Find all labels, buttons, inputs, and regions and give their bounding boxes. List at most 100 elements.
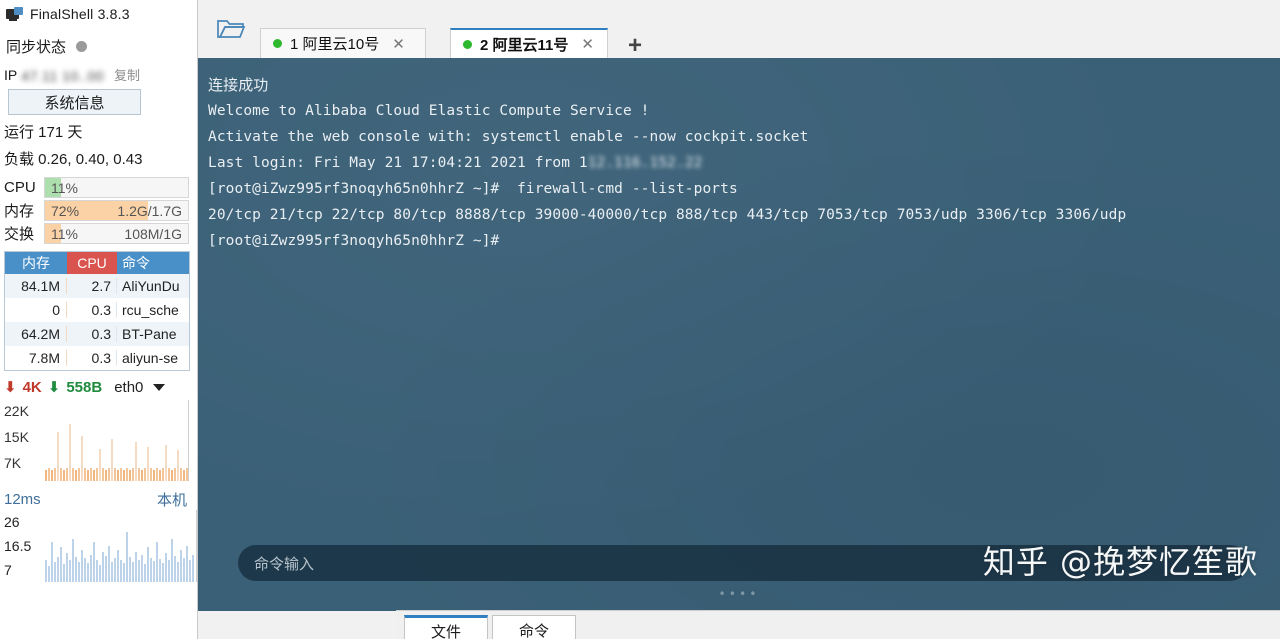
- terminal-output[interactable]: 连接成功 Welcome to Alibaba Cloud Elastic Co…: [198, 58, 1280, 611]
- tab-aliyun-11[interactable]: 2 阿里云11号 ✕: [450, 28, 608, 58]
- tab-label: 1 阿里云10号: [290, 36, 380, 53]
- column-header-command: 命令: [117, 252, 189, 274]
- tab-files[interactable]: 文件: [404, 615, 488, 639]
- meter-memory-label: 内存: [4, 203, 35, 220]
- meter-cpu-track: 11%: [44, 177, 189, 198]
- table-row[interactable]: 0 0.3 rcu_sche: [5, 298, 189, 322]
- uptime-label: 运行 171 天: [4, 124, 83, 141]
- table-row[interactable]: 84.1M 2.7 AliYunDu: [5, 274, 189, 298]
- monitor-icon: [6, 7, 23, 21]
- terminal-line: 连接成功: [208, 76, 269, 94]
- cell-command: AliYunDu: [122, 278, 180, 294]
- sidebar: FinalShell 3.8.3 同步状态 IP 47.11 10..00 复制…: [0, 0, 198, 639]
- resize-handle[interactable]: ••••: [719, 587, 760, 601]
- cell-cpu: 0.3: [67, 326, 117, 342]
- close-icon[interactable]: ✕: [392, 35, 405, 53]
- meter-cpu-percent: 11%: [51, 179, 78, 196]
- latency-axis-label-0: 26: [4, 514, 20, 530]
- load-average-label: 负载 0.26, 0.40, 0.43: [4, 151, 143, 168]
- main-panel: 1 阿里云10号 ✕ 2 阿里云11号 ✕ + 连接成功 Welcome to …: [198, 0, 1280, 639]
- latency-axis-label-2: 7: [4, 562, 12, 578]
- cell-memory: 84.1M: [5, 278, 67, 294]
- terminal-line: [root@iZwz995rf3noqyh65n0hhrZ ~]# firewa…: [208, 181, 738, 197]
- network-axis-label-1: 15K: [4, 429, 29, 445]
- column-header-memory: 内存: [5, 252, 67, 274]
- cell-command: aliyun-se: [122, 350, 179, 366]
- meter-swap-detail: 108M/1G: [124, 225, 182, 242]
- latency-host: 本机: [156, 492, 187, 509]
- terminal-line: Activate the web console with: systemctl…: [208, 129, 809, 145]
- cell-memory: 0: [5, 302, 67, 318]
- tab-aliyun-10[interactable]: 1 阿里云10号 ✕: [260, 28, 426, 58]
- terminal-line-text: Last login: Fri May 21 17:04:21 2021 fro…: [208, 155, 588, 171]
- latency-value: 12ms: [4, 491, 41, 508]
- latency-axis-label-1: 16.5: [4, 538, 32, 554]
- redacted-ip: 12.116.152.22: [587, 155, 703, 171]
- close-icon[interactable]: ✕: [581, 35, 594, 53]
- meter-memory-percent: 72%: [51, 202, 80, 219]
- meter-memory-track: 72% 1.2G/1.7G: [44, 200, 189, 221]
- cell-command: rcu_sche: [122, 302, 179, 318]
- meter-swap: 交换 11% 108M/1G: [0, 222, 197, 245]
- terminal-line-lastlogin: Last login: Fri May 21 17:04:21 2021 fro…: [208, 150, 1280, 176]
- finalshell-window: FinalShell 3.8.3 同步状态 IP 47.11 10..00 复制…: [0, 0, 1280, 639]
- watermark: 知乎 @挽梦忆笙歌: [982, 543, 1258, 581]
- network-graph: 22K 15K 7K: [0, 398, 189, 483]
- system-info-button[interactable]: 系统信息: [8, 89, 141, 115]
- network-axis-label-0: 22K: [4, 403, 29, 419]
- cell-cpu: 2.7: [67, 278, 117, 294]
- latency-graph-canvas: [45, 510, 197, 582]
- tab-commands[interactable]: 命令: [492, 615, 576, 639]
- green-dot-icon: [463, 39, 472, 49]
- process-table-header: 内存 CPU 命令: [5, 252, 189, 274]
- process-table[interactable]: 内存 CPU 命令 84.1M 2.7 AliYunDu 0 0.3 rcu_s…: [4, 251, 190, 371]
- command-input-placeholder: 命令输入: [254, 554, 315, 573]
- app-title: FinalShell 3.8.3: [30, 6, 130, 22]
- cell-memory: 7.8M: [5, 350, 67, 366]
- table-row[interactable]: 64.2M 0.3 BT-Pane: [5, 322, 189, 346]
- latency-summary: 12ms 本机: [0, 483, 197, 510]
- sync-status-label: 同步状态: [6, 39, 67, 56]
- status-dot: [76, 41, 88, 52]
- green-dot-icon: [273, 39, 282, 48]
- network-axis-label-2: 7K: [4, 455, 22, 471]
- chevron-down-icon[interactable]: [153, 383, 166, 391]
- network-download-value: 558B: [66, 378, 103, 396]
- terminal-line: Welcome to Alibaba Cloud Elastic Compute…: [208, 103, 650, 119]
- meter-swap-percent: 11%: [51, 225, 78, 242]
- ip-label: IP: [4, 67, 18, 83]
- tab-strip: 1 阿里云10号 ✕ 2 阿里云11号 ✕ +: [198, 0, 1280, 58]
- network-summary: ⬇ 4K ⬇ 558B eth0: [0, 371, 197, 398]
- latency-graph-axis: 26 16.5 7: [4, 510, 46, 582]
- meter-cpu: CPU 11%: [0, 176, 197, 199]
- new-tab-button[interactable]: +: [628, 34, 642, 58]
- cell-memory: 64.2M: [5, 326, 67, 342]
- network-graph-axis: 22K 15K 7K: [4, 398, 44, 483]
- ip-row: IP 47.11 10..00 复制: [0, 63, 197, 85]
- cell-command: BT-Pane: [122, 326, 177, 342]
- cell-cpu: 0.3: [67, 350, 117, 366]
- network-interface-select[interactable]: eth0: [114, 379, 143, 396]
- meter-swap-label: 交换: [4, 226, 35, 243]
- network-graph-canvas: [45, 400, 189, 481]
- arrow-down-icon: ⬇: [47, 379, 61, 396]
- meter-memory-detail: 1.2G/1.7G: [117, 202, 182, 219]
- bottom-tab-bar: 文件 命令: [396, 610, 1280, 639]
- ip-value: 47.11 10..00: [21, 68, 105, 84]
- meter-memory: 内存 72% 1.2G/1.7G: [0, 199, 197, 222]
- sync-status-row: 同步状态: [0, 28, 197, 63]
- tab-label: 2 阿里云11号: [480, 36, 569, 54]
- copy-ip-button[interactable]: 复制: [114, 65, 140, 84]
- column-header-cpu: CPU: [67, 252, 117, 274]
- meter-cpu-label: CPU: [4, 179, 36, 196]
- folder-open-icon[interactable]: [212, 13, 250, 45]
- meter-swap-track: 11% 108M/1G: [44, 223, 189, 244]
- terminal-line: [root@iZwz995rf3noqyh65n0hhrZ ~]#: [208, 233, 500, 249]
- arrow-up-icon: ⬇: [4, 379, 17, 396]
- latency-graph: 26 16.5 7: [0, 510, 197, 582]
- cell-cpu: 0.3: [67, 302, 117, 318]
- resource-meters: CPU 11% 内存 72% 1.2G/1.7G 交换 11% 108M/1G: [0, 176, 197, 245]
- table-row[interactable]: 7.8M 0.3 aliyun-se: [5, 346, 189, 370]
- network-upload-value: 4K: [22, 378, 42, 396]
- title-bar: FinalShell 3.8.3: [0, 0, 197, 28]
